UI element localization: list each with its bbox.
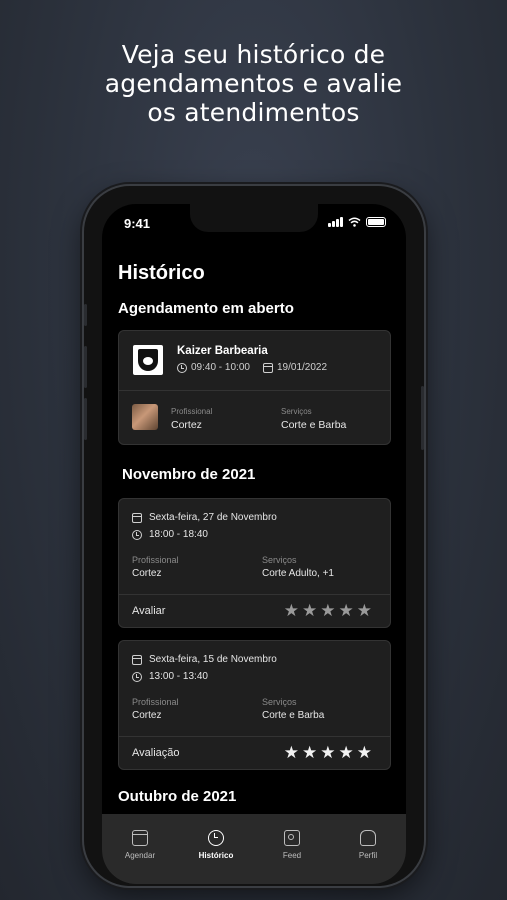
professional-name: Cortez [132, 710, 162, 721]
professional-name: Cortez [132, 568, 162, 579]
history-icon [208, 830, 224, 846]
tab-perfil[interactable]: Perfil [330, 830, 406, 884]
status-time: 9:41 [124, 216, 151, 231]
battery-icon [366, 217, 386, 227]
appointment-time: 13:00 - 13:40 [149, 671, 208, 682]
wifi-icon [348, 217, 361, 227]
headline-line-3: os atendimentos [147, 98, 360, 127]
card-divider [119, 736, 390, 737]
professional-label: Profissional [132, 555, 179, 565]
services-value: Corte Adulto, +1 [262, 568, 334, 579]
clock-icon [132, 530, 142, 540]
image-icon [284, 830, 300, 846]
services-label: Serviços [281, 407, 312, 416]
services-label: Serviços [262, 555, 297, 565]
history-card[interactable]: Sexta-feira, 27 de Novembro 18:00 - 18:4… [118, 498, 391, 628]
status-icons [328, 217, 386, 227]
month-heading-october: Outubro de 2021 [118, 788, 237, 805]
clock-icon [177, 362, 187, 373]
professional-name: Cortez [171, 419, 202, 431]
appointment-date-text: 19/01/2022 [277, 362, 328, 373]
open-appointment-heading: Agendamento em aberto [118, 300, 294, 317]
star-icon[interactable]: ★ [320, 602, 335, 619]
power-button [421, 386, 424, 450]
services-label: Serviços [262, 697, 297, 707]
headline-line-1: Veja seu histórico de [121, 40, 386, 69]
volume-down-button [84, 398, 87, 440]
tab-feed[interactable]: Feed [254, 830, 330, 884]
tab-label: Feed [282, 851, 302, 860]
page-title: Histórico [118, 262, 205, 284]
phone-frame: 9:41 Histórico Agendamento em aberto Kai… [84, 186, 424, 886]
tab-agendar[interactable]: Agendar [102, 830, 178, 884]
tab-label: Histórico [198, 851, 234, 860]
rate-label: Avaliar [132, 605, 166, 617]
phone-screen: 9:41 Histórico Agendamento em aberto Kai… [102, 204, 406, 884]
professional-avatar [132, 404, 158, 430]
open-appointment-card[interactable]: Kaizer Barbearia 09:40 - 10:00 19/01/202… [118, 330, 391, 445]
card-divider [119, 390, 390, 391]
appointment-time-text: 09:40 - 10:00 [191, 362, 250, 373]
star-icon[interactable]: ★ [357, 602, 372, 619]
star-icon[interactable]: ★ [284, 602, 299, 619]
rating-label: Avaliação [132, 747, 180, 759]
profile-icon [360, 830, 376, 846]
promo-headline: Veja seu histórico de agendamentos e ava… [0, 40, 507, 127]
professional-label: Profissional [132, 697, 179, 707]
star-rating-input[interactable]: ★ ★ ★ ★ ★ [284, 602, 372, 619]
bottom-tab-bar: Agendar Histórico Feed Perfil [102, 814, 406, 884]
star-icon[interactable]: ★ [339, 602, 354, 619]
calendar-icon [132, 513, 142, 523]
headline-line-2: agendamentos e avalie [104, 69, 403, 98]
barbershop-logo [133, 345, 163, 375]
tab-historico[interactable]: Histórico [178, 830, 254, 884]
star-rating: ★ ★ ★ ★ ★ [284, 744, 372, 761]
professional-label: Profissional [171, 407, 213, 416]
notch [190, 204, 318, 232]
mute-switch [84, 304, 87, 326]
appointment-date: Sexta-feira, 27 de Novembro [149, 512, 277, 523]
appointment-date: 19/01/2022 [263, 362, 327, 373]
clock-icon [132, 672, 142, 682]
services-value: Corte e Barba [281, 419, 347, 431]
tab-label: Agendar [124, 851, 156, 860]
star-icon: ★ [338, 743, 354, 762]
calendar-icon [132, 655, 142, 665]
star-icon: ★ [320, 743, 336, 762]
calendar-icon [263, 362, 273, 373]
calendar-icon [132, 830, 148, 846]
shop-name: Kaizer Barbearia [177, 345, 268, 357]
star-icon: ★ [356, 743, 372, 762]
star-icon: ★ [283, 743, 299, 762]
volume-up-button [84, 346, 87, 388]
appointment-time: 09:40 - 10:00 [177, 362, 250, 373]
history-card[interactable]: Sexta-feira, 15 de Novembro 13:00 - 13:4… [118, 640, 391, 770]
star-icon[interactable]: ★ [302, 602, 317, 619]
services-value: Corte e Barba [262, 710, 325, 721]
appointment-date: Sexta-feira, 15 de Novembro [149, 654, 277, 665]
month-heading-november: Novembro de 2021 [122, 466, 256, 483]
signal-icon [328, 217, 343, 227]
tab-label: Perfil [358, 851, 378, 860]
appointment-time: 18:00 - 18:40 [149, 529, 208, 540]
card-divider [119, 594, 390, 595]
star-icon: ★ [302, 743, 318, 762]
